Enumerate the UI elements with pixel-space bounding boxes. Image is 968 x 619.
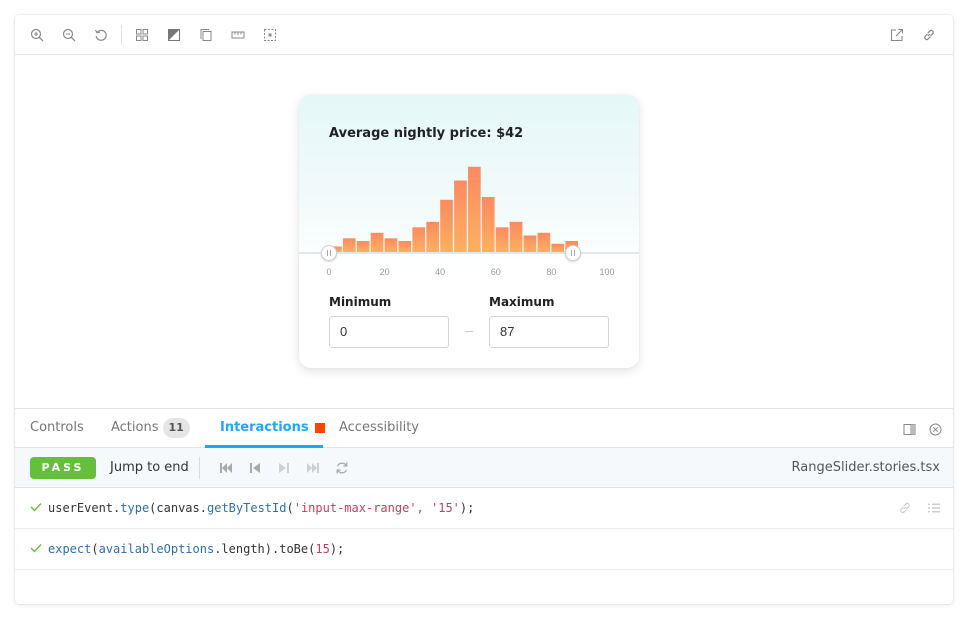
interaction-step-code: userEvent.type(canvas.getByTestId('input… — [48, 488, 474, 528]
tab-actions[interactable]: Actions 11 — [111, 409, 190, 448]
code-token: ( — [91, 542, 99, 556]
tab-controls-label: Controls — [30, 420, 84, 435]
minimum-input[interactable]: 0 — [329, 316, 449, 348]
open-new-tab-icon[interactable] — [887, 25, 907, 45]
rerun-icon[interactable] — [334, 460, 350, 476]
code-token: ); — [459, 501, 475, 515]
histogram-bar — [551, 243, 565, 253]
histogram-bar — [426, 221, 439, 253]
zoom-out-icon[interactable] — [59, 25, 79, 45]
code-token: expect — [48, 542, 92, 556]
grid-icon[interactable] — [132, 25, 152, 45]
maximum-label: Maximum — [489, 295, 555, 309]
code-token: ); — [329, 542, 345, 556]
histogram-bar — [342, 238, 356, 253]
code-token: length — [221, 542, 265, 556]
toolbar-separator — [121, 25, 122, 45]
code-token: ). — [264, 542, 280, 556]
addons-tabbar: Controls Actions 11 Interactions Accessib… — [15, 408, 953, 448]
code-token: '15' — [431, 501, 460, 515]
tab-actions-label: Actions — [111, 420, 159, 435]
histogram-bar — [356, 241, 370, 252]
tab-accessibility-label: Accessibility — [339, 420, 419, 435]
story-canvas: Average nightly price: $42 0 20 40 60 80 100 … — [15, 56, 953, 408]
minimum-label: Minimum — [329, 295, 392, 309]
preview-toolbar — [15, 15, 953, 55]
range-dash — [465, 331, 473, 332]
histogram-bar — [370, 232, 384, 253]
histogram-bar — [481, 197, 495, 252]
histogram-bar — [440, 199, 453, 253]
code-token: . — [199, 501, 207, 515]
go-to-start-icon[interactable] — [218, 460, 234, 476]
tab-interactions[interactable]: Interactions — [220, 409, 325, 448]
outline-icon[interactable] — [260, 25, 280, 45]
histogram-bar — [384, 238, 398, 253]
code-token: type — [120, 501, 150, 515]
histogram-bar — [523, 235, 537, 252]
jump-to-end-button[interactable]: Jump to end — [110, 448, 189, 488]
step-forward-icon[interactable] — [276, 460, 292, 476]
axis-tick-label: 80 — [546, 267, 557, 277]
background-icon[interactable] — [164, 25, 184, 45]
code-token: toBe — [279, 542, 309, 556]
interactions-status-indicator — [314, 422, 325, 433]
price-histogram — [329, 166, 578, 253]
tab-interactions-label: Interactions — [220, 420, 309, 435]
measure-icon[interactable] — [228, 25, 248, 45]
list-icon[interactable] — [927, 501, 941, 515]
reset-zoom-icon[interactable] — [91, 25, 111, 45]
histogram-bar — [398, 241, 412, 252]
step-back-icon[interactable] — [247, 460, 263, 476]
code-token: ( — [286, 501, 294, 515]
status-badge: PASS — [30, 457, 96, 479]
check-icon — [30, 544, 42, 553]
go-to-end-icon[interactable] — [305, 460, 321, 476]
code-token: , — [416, 501, 431, 515]
storybook-frame: Average nightly price: $42 0 20 40 60 80 100 … — [15, 15, 953, 604]
close-panel-icon[interactable] — [925, 419, 945, 439]
histogram-bar — [509, 221, 523, 253]
code-token: 'input-max-range' — [293, 501, 417, 515]
code-token: getByTestId — [207, 501, 287, 515]
check-icon — [30, 503, 42, 512]
axis-tick-label: 100 — [599, 267, 615, 277]
code-token: userEvent — [48, 501, 114, 515]
histogram-bar — [495, 227, 509, 253]
interaction-row[interactable]: userEvent.type(canvas.getByTestId('input… — [15, 488, 953, 529]
maximum-input[interactable]: 87 — [489, 316, 609, 348]
interactions-toolbar: PASS Jump to end RangeSlider.stories.tsx — [15, 448, 953, 488]
range-slider-card: Average nightly price: $42 0 20 40 60 80 100 … — [299, 95, 639, 368]
max-slider-thumb[interactable] — [565, 245, 581, 261]
toolbar-separator — [199, 457, 200, 479]
code-token: availableOptions — [98, 542, 215, 556]
slider-track[interactable] — [299, 252, 639, 254]
axis-tick-label: 0 — [326, 267, 332, 277]
actions-count-badge: 11 — [162, 417, 190, 438]
link-icon[interactable] — [898, 501, 912, 515]
min-slider-thumb[interactable] — [321, 245, 337, 261]
interaction-step-code: expect(availableOptions.length).toBe(15)… — [48, 529, 344, 569]
histogram-bar — [454, 180, 467, 252]
panel-orientation-icon[interactable] — [899, 419, 919, 439]
code-token: 15 — [315, 542, 330, 556]
tab-controls[interactable]: Controls — [30, 409, 84, 448]
histogram-bar — [468, 166, 481, 253]
story-filename: RangeSlider.stories.tsx — [791, 460, 940, 475]
axis-tick-label: 40 — [435, 267, 446, 277]
copy-link-icon[interactable] — [919, 25, 939, 45]
code-token: canvas — [156, 501, 200, 515]
tab-accessibility[interactable]: Accessibility — [339, 409, 419, 448]
axis-tick-label: 60 — [490, 267, 501, 277]
axis-tick-label: 20 — [379, 267, 390, 277]
histogram-bar — [537, 232, 551, 253]
zoom-in-icon[interactable] — [27, 25, 47, 45]
histogram-bar — [412, 227, 426, 253]
interaction-row[interactable]: expect(availableOptions.length).toBe(15)… — [15, 529, 953, 570]
viewport-icon[interactable] — [196, 25, 216, 45]
